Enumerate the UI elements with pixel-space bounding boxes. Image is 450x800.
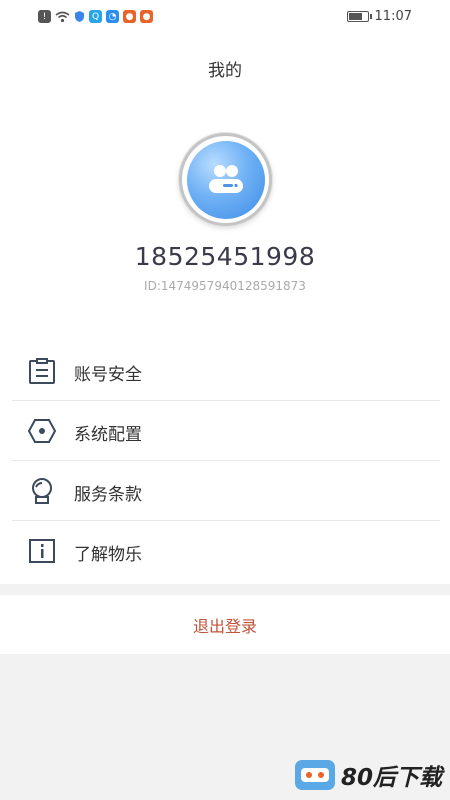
watermark: 80后下载 [294, 758, 442, 792]
settings-menu: 账号安全 系统配置 服务条款 了解物乐 [0, 341, 450, 581]
menu-item-label: 服务条款 [74, 485, 142, 505]
hexagon-settings-icon [27, 419, 57, 443]
watermark-text: 80后下载 [340, 765, 442, 791]
document-icon [29, 358, 55, 384]
logout-label: 退出登录 [192, 616, 257, 636]
menu-item-about[interactable]: 了解物乐 [0, 521, 450, 581]
status-icons: ! Q ◔ ● ● [38, 10, 153, 23]
watermark-logo-icon [294, 760, 335, 790]
info-icon [29, 539, 55, 563]
menu-item-label: 账号安全 [74, 365, 142, 385]
status-time: 11:07 [374, 9, 412, 24]
alert-icon: ! [38, 10, 51, 23]
menu-item-account-security[interactable]: 账号安全 [0, 341, 450, 401]
battery-fill [348, 13, 363, 20]
user-id: ID:1474957940128591873 [144, 279, 306, 293]
menu-item-label: 系统配置 [74, 425, 142, 445]
menu-item-terms-of-service[interactable]: 服务条款 [0, 461, 450, 521]
app-notification-icon: Q [89, 10, 102, 23]
app-notification-icon: ◔ [106, 10, 119, 23]
wifi-icon [55, 11, 70, 22]
status-bar: ! Q ◔ ● ● 11:07 [0, 0, 450, 36]
username: 18525451998 [134, 242, 316, 271]
menu-item-system-config[interactable]: 系统配置 [0, 401, 450, 461]
page-title: 我的 [208, 61, 242, 81]
battery-icon [346, 11, 372, 22]
profile-section: 我的 18525451998 ID:1474957940128591873 账号… [0, 36, 450, 584]
app-notification-icon: ● [140, 10, 153, 23]
shield-icon [75, 11, 84, 22]
avatar[interactable] [179, 133, 272, 226]
menu-item-label: 了解物乐 [74, 545, 142, 565]
logout-button[interactable]: 退出登录 [0, 595, 450, 654]
user-avatar-icon [186, 140, 265, 219]
badge-icon [32, 478, 52, 504]
app-notification-icon: ● [123, 10, 136, 23]
status-right: 11:07 [346, 9, 412, 24]
